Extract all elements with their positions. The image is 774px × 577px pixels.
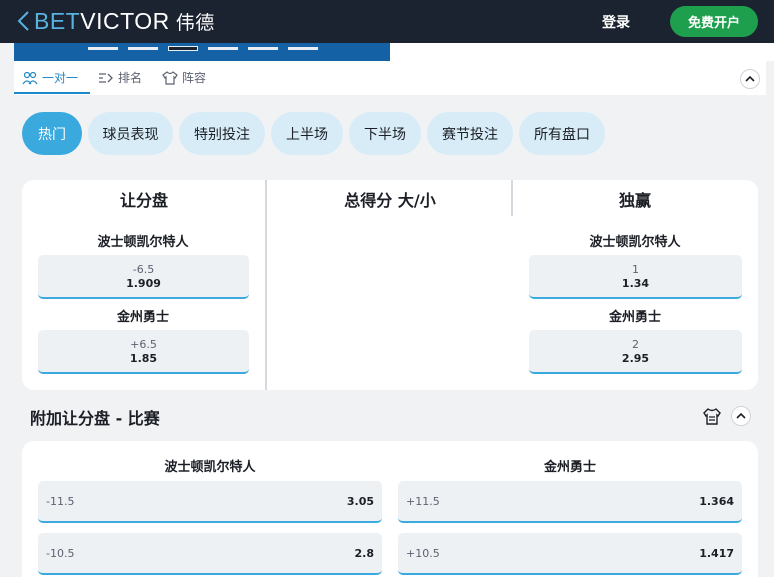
alt-odds-button[interactable]: +10.5 1.417: [398, 533, 742, 575]
chevron-up-icon: [745, 75, 755, 82]
collapse-section-button[interactable]: [731, 406, 751, 426]
alt-price: 1.417: [699, 546, 734, 560]
column-title-total-points: 总得分 大/小: [344, 191, 436, 210]
alt-line: +10.5: [406, 546, 440, 560]
tab-all-markets[interactable]: 所有盘口: [519, 112, 605, 155]
column-divider: [511, 180, 513, 216]
odds-line: 1: [632, 263, 639, 276]
alt-price: 3.05: [346, 494, 374, 508]
odds-button[interactable]: 1 1.34: [529, 255, 742, 299]
main-markets-card: 让分盘 总得分 大/小 独赢 波士顿凯尔特人 -6.5 1.909 金州勇士 +…: [22, 180, 758, 390]
shirt-icon: [162, 70, 178, 85]
subnav-head-to-head[interactable]: 一对一: [22, 69, 78, 86]
alt-odds-button[interactable]: -10.5 2.8: [38, 533, 382, 575]
odds-price: 1.34: [621, 277, 650, 290]
top-header: BETVICTOR 伟德 登录 免费开户: [0, 0, 774, 43]
ranking-icon: [99, 72, 113, 83]
strip-segment-active: [168, 46, 198, 51]
odds-line: 2: [632, 338, 639, 351]
logo-bet-text: BET: [34, 8, 81, 34]
subnav-label: 一对一: [42, 71, 79, 85]
strip-segment: [88, 47, 118, 50]
subnav-label: 阵容: [182, 71, 207, 85]
subnav-lineup[interactable]: 阵容: [162, 69, 206, 86]
tab-quarter-betting[interactable]: 赛节投注: [427, 112, 513, 155]
handicap-team-home: 波士顿凯尔特人: [97, 235, 189, 250]
moneyline-team-home: 波士顿凯尔特人: [589, 235, 681, 250]
column-title-handicap: 让分盘: [119, 191, 168, 210]
subnav-label: 排名: [118, 71, 143, 85]
alt-line: -10.5: [46, 546, 75, 560]
odds-button[interactable]: +6.5 1.85: [38, 330, 249, 374]
strip-segment: [208, 47, 238, 50]
subnav-ranking[interactable]: 排名: [98, 69, 142, 86]
alt-price: 2.8: [354, 546, 375, 560]
betvictor-logo[interactable]: BETVICTOR 伟德: [34, 8, 215, 35]
signup-button[interactable]: 免费开户: [670, 6, 758, 37]
match-visual-strip: [14, 43, 390, 61]
odds-button[interactable]: -6.5 1.909: [38, 255, 249, 299]
login-button[interactable]: 登录: [602, 12, 630, 32]
logo-victor-text: VICTOR: [80, 8, 170, 34]
alt-odds-button[interactable]: -11.5 3.05: [38, 481, 382, 523]
match-subnav: 一对一 排名 阵容: [14, 61, 766, 95]
collapse-subnav-button[interactable]: [740, 69, 760, 89]
odds-line: +6.5: [130, 338, 157, 351]
moneyline-team-away: 金州勇士: [608, 310, 661, 325]
section-title-alt-handicap: 附加让分盘 - 比赛: [30, 409, 160, 428]
tab-popular[interactable]: 热门: [22, 112, 82, 155]
tab-player-performance[interactable]: 球员表现: [88, 112, 173, 155]
tab-specials[interactable]: 特别投注: [179, 112, 265, 155]
logo-cn-text: 伟德: [175, 13, 215, 34]
alt-odds-button[interactable]: +11.5 1.364: [398, 481, 742, 523]
handicap-team-away: 金州勇士: [116, 310, 169, 325]
jersey-icon[interactable]: [702, 407, 722, 427]
tab-second-half[interactable]: 下半场: [349, 112, 421, 155]
back-chevron-icon[interactable]: [16, 10, 32, 32]
odds-price: 2.95: [621, 352, 650, 365]
alt-team-home: 波士顿凯尔特人: [164, 460, 256, 475]
column-title-moneyline: 独赢: [618, 191, 651, 210]
odds-price: 1.909: [126, 277, 161, 290]
strip-segment: [288, 47, 318, 50]
chevron-up-icon: [736, 412, 746, 419]
alt-team-away: 金州勇士: [543, 460, 596, 475]
odds-button[interactable]: 2 2.95: [529, 330, 742, 374]
odds-price: 1.85: [129, 352, 158, 365]
odds-line: -6.5: [132, 263, 155, 276]
alt-line: -11.5: [46, 494, 75, 508]
strip-segment: [128, 47, 158, 50]
strip-right-area: [390, 43, 774, 61]
tab-first-half[interactable]: 上半场: [271, 112, 343, 155]
alt-price: 1.364: [699, 494, 734, 508]
active-subnav-indicator: [14, 92, 90, 94]
alt-line: +11.5: [406, 494, 440, 508]
column-divider: [265, 180, 267, 390]
alt-handicap-card: 波士顿凯尔特人 金州勇士 -11.5 3.05 +11.5 1.364 -10.…: [22, 441, 758, 577]
strip-segment: [248, 47, 278, 50]
people-icon: [22, 71, 38, 84]
